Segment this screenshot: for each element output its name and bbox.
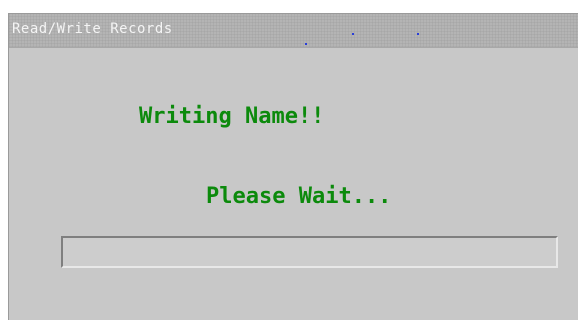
title-speck <box>305 43 307 45</box>
window-title: Read/Write Records <box>12 21 173 37</box>
progress-bar <box>61 236 558 268</box>
title-bar[interactable]: Read/Write Records <box>9 14 578 48</box>
dialog-window: Read/Write Records Writing Name!! Please… <box>8 13 578 320</box>
title-speck <box>352 33 354 35</box>
title-speck <box>417 33 419 35</box>
wait-message: Please Wait... <box>206 184 392 209</box>
status-message: Writing Name!! <box>139 104 325 129</box>
